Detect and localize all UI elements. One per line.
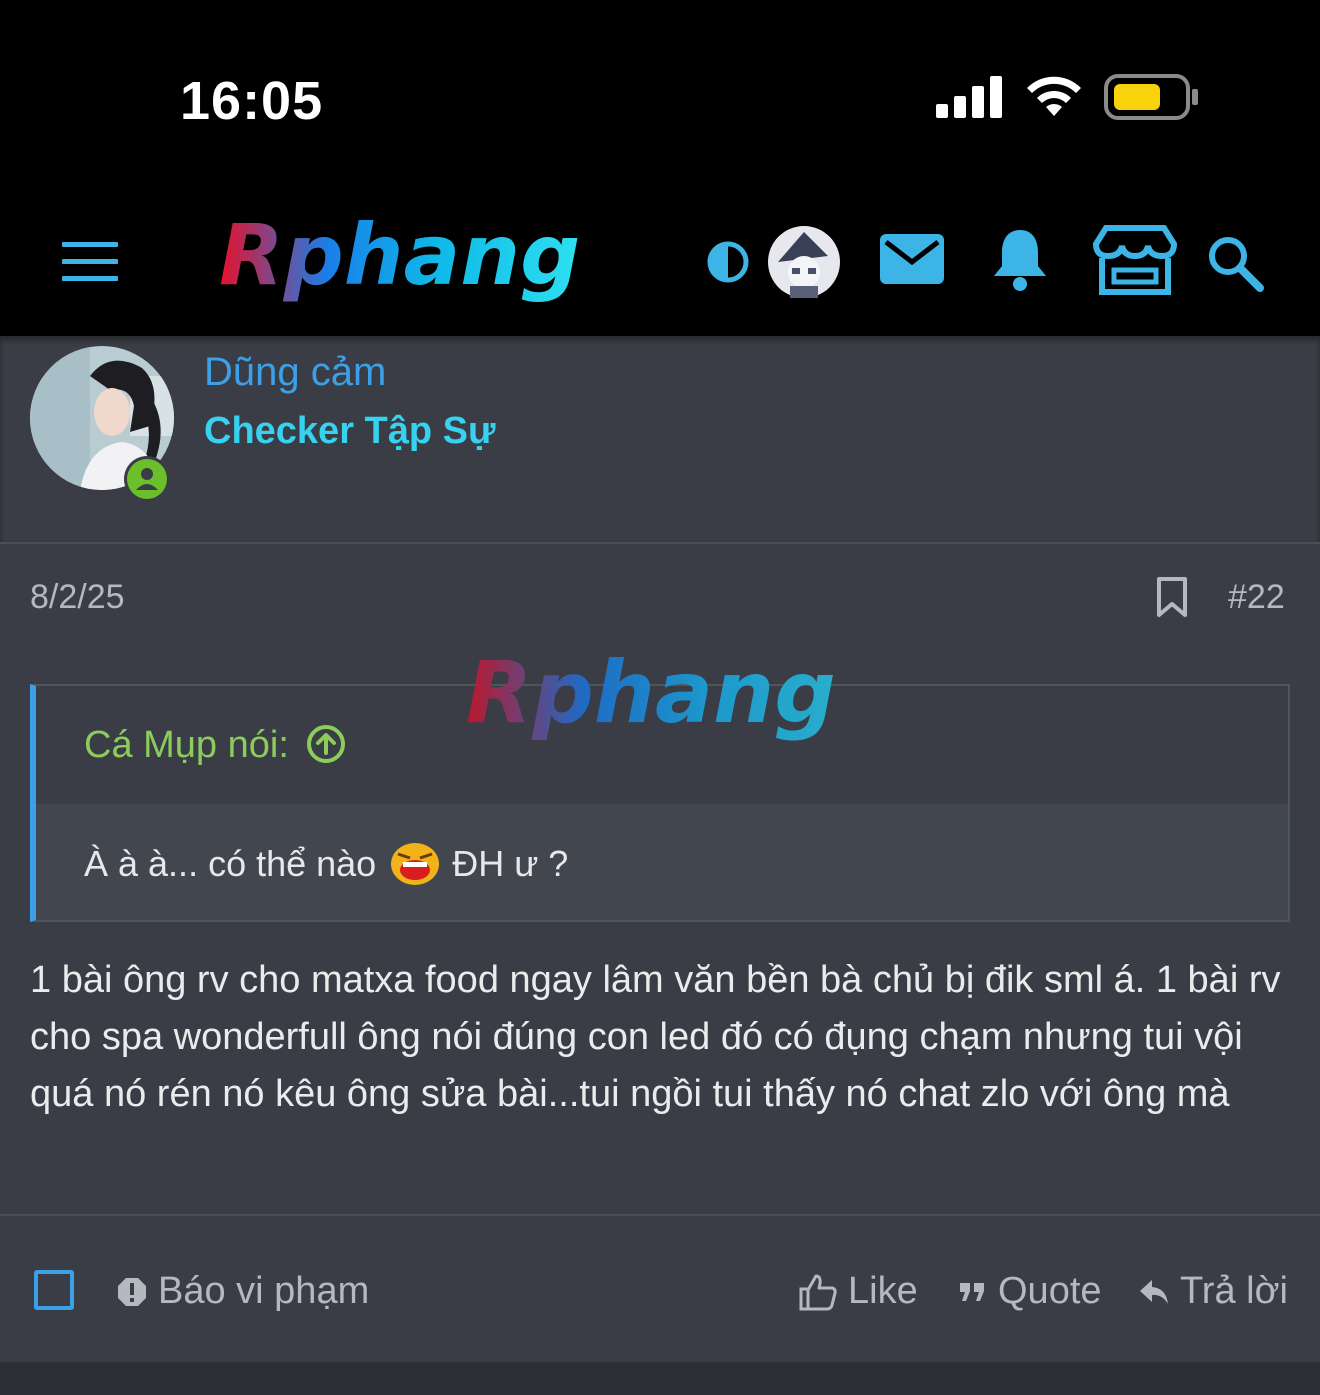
- status-bar: 16:05: [0, 0, 1320, 190]
- mail-icon[interactable]: [880, 234, 944, 284]
- quote-author[interactable]: Cá Mụp nói:: [84, 724, 289, 767]
- site-logo[interactable]: Rphang: [215, 208, 615, 308]
- arrow-up-circle-icon[interactable]: [306, 724, 346, 764]
- report-label: Báo vi phạm: [158, 1270, 370, 1312]
- quote-block: Cá Mụp nói: À à à... có thể nào ĐH ư ?: [30, 684, 1290, 922]
- page-background: [0, 1362, 1320, 1395]
- report-button[interactable]: Báo vi phạm: [116, 1270, 369, 1313]
- user-avatar[interactable]: [768, 226, 840, 298]
- reply-button[interactable]: Trả lời: [1138, 1270, 1288, 1313]
- status-time: 16:05: [180, 71, 324, 131]
- search-icon[interactable]: [1206, 234, 1264, 292]
- svg-text:Rphang: Rphang: [219, 208, 580, 304]
- laughing-emoji-icon: [391, 843, 440, 885]
- reply-label: Trả lời: [1180, 1270, 1288, 1312]
- signal-icon: [936, 76, 1002, 118]
- post-actions: Báo vi phạm Like Quote Trả lời: [0, 1216, 1320, 1362]
- quote-button[interactable]: Quote: [958, 1270, 1102, 1313]
- thumbs-up-icon: [799, 1274, 837, 1310]
- quote-text-end: ĐH ư ?: [452, 843, 569, 884]
- quote-text: À à à... có thể nào ĐH ư ?: [84, 842, 568, 886]
- wifi-icon: [1027, 76, 1081, 116]
- post-date[interactable]: 8/2/25: [30, 578, 125, 617]
- quote-text-start: À à à... có thể nào: [84, 843, 377, 884]
- select-post-checkbox[interactable]: [34, 1270, 74, 1310]
- post-number[interactable]: #22: [1228, 578, 1285, 617]
- quote-body: À à à... có thể nào ĐH ư ?: [36, 804, 1288, 920]
- warning-icon: [118, 1277, 146, 1306]
- bookmark-icon[interactable]: [1155, 576, 1189, 618]
- theme-toggle-icon[interactable]: [706, 240, 750, 284]
- store-icon[interactable]: [1092, 224, 1178, 296]
- author-title: Checker Tập Sự: [204, 410, 496, 452]
- menu-icon[interactable]: [62, 242, 118, 282]
- post-message: 1 bài ông rv cho matxa food ngay lâm văn…: [30, 959, 1281, 1115]
- reply-icon: [1140, 1279, 1168, 1304]
- post: 8/2/25 #22 Rphang Cá Mụp nói: À à à... c…: [0, 544, 1320, 1214]
- author-username[interactable]: Dũng cảm: [204, 350, 386, 395]
- battery-icon: [1104, 74, 1198, 120]
- like-button[interactable]: Like: [798, 1270, 918, 1313]
- online-status-icon: [124, 456, 170, 502]
- like-label: Like: [848, 1270, 918, 1312]
- quote-label: Quote: [998, 1270, 1102, 1312]
- post-author-block: Dũng cảm Checker Tập Sự: [0, 336, 1320, 542]
- quote-icon: [960, 1282, 984, 1301]
- top-navbar: Rphang: [0, 190, 1320, 336]
- quote-header: Cá Mụp nói:: [36, 686, 1288, 804]
- bell-icon[interactable]: [992, 226, 1048, 292]
